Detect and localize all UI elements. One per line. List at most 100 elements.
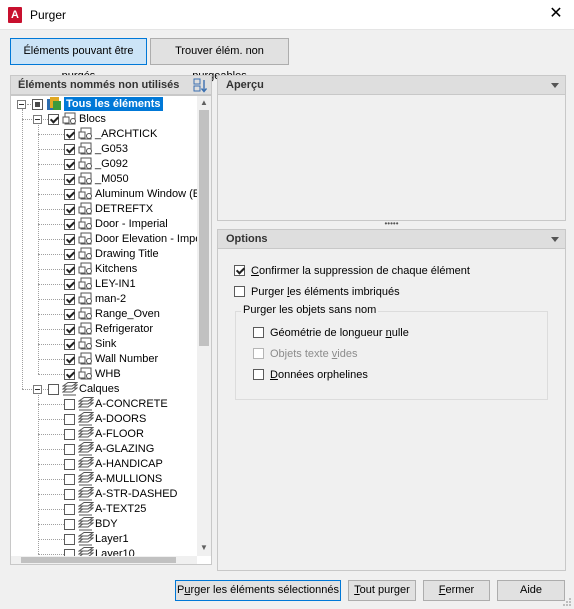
block-icon <box>78 232 94 246</box>
item-label: WHB <box>95 368 121 380</box>
item-checkbox[interactable] <box>64 219 75 230</box>
options-label: Options <box>226 233 268 245</box>
scroll-down-arrow-icon[interactable]: ▼ <box>200 544 208 552</box>
item-label: Range_Oven <box>95 308 160 320</box>
item-checkbox[interactable] <box>64 159 75 170</box>
orphaned-data-checkbox[interactable] <box>253 369 264 380</box>
collapse-calques-icon[interactable] <box>33 385 42 394</box>
item-checkbox[interactable] <box>64 504 75 515</box>
item-checkbox[interactable] <box>64 339 75 350</box>
unnamed-objects-group-title: Purger les objets sans nom <box>241 304 379 316</box>
title-bar: A Purger ✕ <box>0 0 574 30</box>
scroll-up-arrow-icon[interactable]: ▲ <box>200 99 208 107</box>
items-tree[interactable]: Tous les éléments Blocs _ARCHTICK _G053 _G09… <box>10 95 212 565</box>
block-icon <box>78 352 94 366</box>
item-label: Kitchens <box>95 263 138 275</box>
item-checkbox[interactable] <box>64 354 75 365</box>
item-checkbox[interactable] <box>64 399 75 410</box>
tree-connector <box>38 284 64 285</box>
item-checkbox[interactable] <box>64 519 75 530</box>
item-checkbox[interactable] <box>64 309 75 320</box>
item-checkbox[interactable] <box>64 444 75 455</box>
calques-group-checkbox[interactable] <box>48 384 59 395</box>
blocs-group-checkbox[interactable] <box>48 114 59 125</box>
options-header[interactable]: Options <box>217 229 566 249</box>
tree-vertical-scroll-thumb[interactable] <box>199 110 209 346</box>
item-label: A-TEXT25 <box>95 503 147 515</box>
item-checkbox[interactable] <box>64 249 75 260</box>
item-checkbox[interactable] <box>64 174 75 185</box>
block-icon <box>78 367 94 381</box>
item-checkbox[interactable] <box>64 489 75 500</box>
tab-non-purgeable-items[interactable]: Trouver élém. non purgeables <box>150 38 289 82</box>
item-checkbox[interactable] <box>64 144 75 155</box>
block-icon <box>78 292 94 306</box>
block-icon <box>78 187 94 201</box>
layer-icon <box>77 517 95 531</box>
root-checkbox[interactable] <box>32 99 43 110</box>
help-button[interactable]: Aide <box>497 580 565 601</box>
preview-label: Aperçu <box>226 79 264 91</box>
purge-selected-button[interactable]: Purger les éléments sélectionnés <box>175 580 341 601</box>
item-label: Sink <box>95 338 117 350</box>
tree-connector <box>38 149 64 150</box>
tab-purgeable-items[interactable]: Éléments pouvant être purgés <box>10 38 147 82</box>
item-checkbox[interactable] <box>64 459 75 470</box>
window-title: Purger <box>30 8 67 22</box>
item-checkbox[interactable] <box>64 324 75 335</box>
item-checkbox[interactable] <box>64 534 75 545</box>
purge-all-button[interactable]: Tout purger <box>348 580 416 601</box>
block-icon <box>78 322 94 336</box>
layer-icon <box>77 412 95 426</box>
item-checkbox[interactable] <box>64 279 75 290</box>
collapse-blocs-icon[interactable] <box>33 115 42 124</box>
confirm-each-item-checkbox[interactable] <box>234 265 245 276</box>
item-checkbox[interactable] <box>64 294 75 305</box>
item-label: Door Elevation - Impe <box>95 233 197 245</box>
item-checkbox[interactable] <box>64 429 75 440</box>
item-checkbox[interactable] <box>64 414 75 425</box>
confirm-each-item-label: Confirmer la suppression de chaque éléme… <box>251 265 470 277</box>
tree-connector <box>38 479 64 480</box>
item-checkbox[interactable] <box>64 549 75 556</box>
item-label: _G092 <box>95 158 129 170</box>
layer-icon <box>77 397 95 411</box>
collapse-root-icon[interactable] <box>17 100 26 109</box>
tree-connector <box>38 209 64 210</box>
block-icon <box>62 112 78 126</box>
sort-icon[interactable] <box>193 78 207 93</box>
item-checkbox[interactable] <box>64 369 75 380</box>
resize-grip-icon[interactable] <box>562 597 572 607</box>
tree-root-row[interactable]: Tous les éléments <box>11 97 197 112</box>
item-checkbox[interactable] <box>64 204 75 215</box>
tree-connector <box>38 125 39 374</box>
item-checkbox[interactable] <box>64 234 75 245</box>
item-checkbox[interactable] <box>64 129 75 140</box>
item-checkbox[interactable] <box>64 264 75 275</box>
item-label: man-2 <box>95 293 127 305</box>
tree-vertical-scrollbar[interactable]: ▲ ▼ <box>197 96 211 556</box>
tree-horizontal-scrollbar[interactable] <box>11 556 197 564</box>
item-label: _M050 <box>95 173 129 185</box>
item-checkbox[interactable] <box>64 474 75 485</box>
item-label: Aluminum Window (El <box>95 188 197 200</box>
tree-connector <box>38 314 64 315</box>
layer-icon <box>77 547 95 556</box>
tree-connector <box>38 449 64 450</box>
root-label: Tous les éléments <box>64 97 163 111</box>
tree-content: Tous les éléments Blocs _ARCHTICK _G053 _G09… <box>11 96 197 556</box>
layer-icon <box>77 532 95 546</box>
preview-header[interactable]: Aperçu <box>217 75 566 95</box>
item-checkbox[interactable] <box>64 189 75 200</box>
purge-nested-items-checkbox[interactable] <box>234 286 245 297</box>
zero-length-geometry-checkbox[interactable] <box>253 327 264 338</box>
panel-splitter[interactable]: ••••• <box>217 220 566 229</box>
collapse-options-icon[interactable] <box>551 237 559 242</box>
tree-connector <box>22 109 23 389</box>
close-button[interactable]: Fermer <box>423 580 490 601</box>
tree-connector <box>38 395 39 554</box>
close-window-button[interactable]: ✕ <box>538 0 574 30</box>
tree-horizontal-scroll-thumb[interactable] <box>21 557 176 563</box>
collapse-preview-icon[interactable] <box>551 83 559 88</box>
layer-icon <box>77 472 95 486</box>
